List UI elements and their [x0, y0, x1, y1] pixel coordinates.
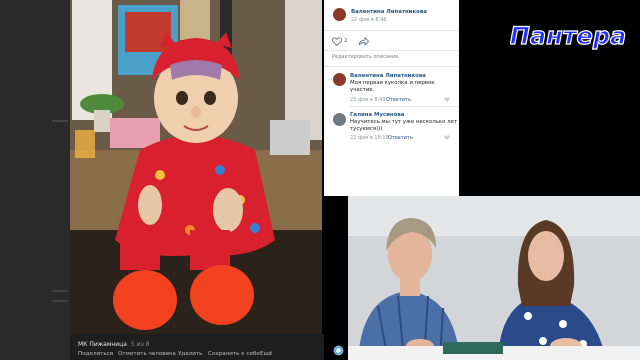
- comment-author[interactable]: Валентина Липатникова: [350, 73, 426, 79]
- album-info: МК Пижамница 5 из 8: [78, 341, 150, 348]
- delete-action[interactable]: Удалить: [178, 351, 202, 357]
- divider: [324, 30, 459, 31]
- divider: [350, 106, 459, 107]
- reply-link[interactable]: Ответить: [386, 97, 411, 103]
- photo-info-bar: МК Пижамница 5 из 8 Поделиться Отметить ч…: [70, 334, 324, 360]
- avatar[interactable]: [333, 113, 346, 126]
- left-dark-strip: [0, 0, 70, 360]
- save-action[interactable]: Сохранить к себе: [208, 351, 260, 357]
- more-action[interactable]: Ещё: [260, 351, 272, 357]
- brand-logo: Пантера: [510, 21, 626, 50]
- like-count: 2: [344, 38, 348, 44]
- doll-photo-illustration: [70, 0, 322, 334]
- like-icon[interactable]: [444, 135, 450, 140]
- share-action[interactable]: Поделиться: [78, 351, 113, 357]
- divider: [324, 50, 459, 51]
- strip-mark: [52, 290, 68, 292]
- post-date: 22 фев в 8:46: [351, 17, 387, 23]
- tag-person-action[interactable]: Отметить человека: [118, 351, 176, 357]
- comment-text: участие.: [350, 87, 375, 93]
- comment-text: тусуемся))): [350, 126, 383, 132]
- reply-link[interactable]: Ответить: [388, 135, 413, 141]
- comment-date: 22 фев в 16:15: [350, 135, 389, 141]
- photo-counter: 5 из 8: [130, 341, 150, 348]
- video-left-margin: [324, 196, 348, 360]
- webcam-video: [348, 196, 640, 360]
- share-icon[interactable]: [358, 37, 369, 46]
- edit-description-link[interactable]: Редактировать описание: [332, 54, 398, 60]
- strip-mark: [52, 300, 68, 302]
- photo-side-panel: Валентина Липатникова 22 фев в 8:46 2 Ре…: [324, 0, 459, 196]
- like-icon[interactable]: [444, 97, 450, 102]
- album-name[interactable]: МК Пижамница: [78, 341, 127, 348]
- post-author[interactable]: Валентина Липатникова: [351, 9, 427, 15]
- doll-photo[interactable]: [70, 0, 322, 334]
- divider: [324, 66, 459, 67]
- webcam-illustration: [348, 196, 640, 360]
- avatar[interactable]: [333, 8, 346, 21]
- avatar[interactable]: [333, 73, 346, 86]
- comment-author[interactable]: Галина Мусинова: [350, 112, 404, 118]
- comment-date: 22 фев в 8:49: [350, 97, 386, 103]
- strip-mark: [52, 120, 68, 122]
- logo-text: Пантера: [510, 22, 626, 50]
- camera-icon: [333, 345, 344, 356]
- like-icon[interactable]: [332, 37, 342, 46]
